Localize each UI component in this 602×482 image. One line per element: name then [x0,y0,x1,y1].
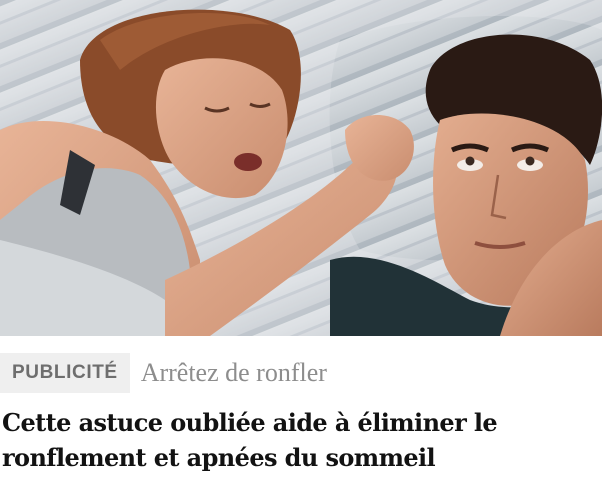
ad-photo [0,0,602,336]
ad-headline[interactable]: Cette astuce oubliée aide à éliminer le … [2,405,600,475]
sponsored-badge: PUBLICITÉ [0,353,130,393]
ad-image[interactable] [0,0,602,336]
ad-card[interactable]: PUBLICITÉ Arrêtez de ronfler Cette astuc… [0,0,602,482]
advertiser-name[interactable]: Arrêtez de ronfler [141,358,327,388]
ad-meta-row: PUBLICITÉ Arrêtez de ronfler [0,353,327,393]
